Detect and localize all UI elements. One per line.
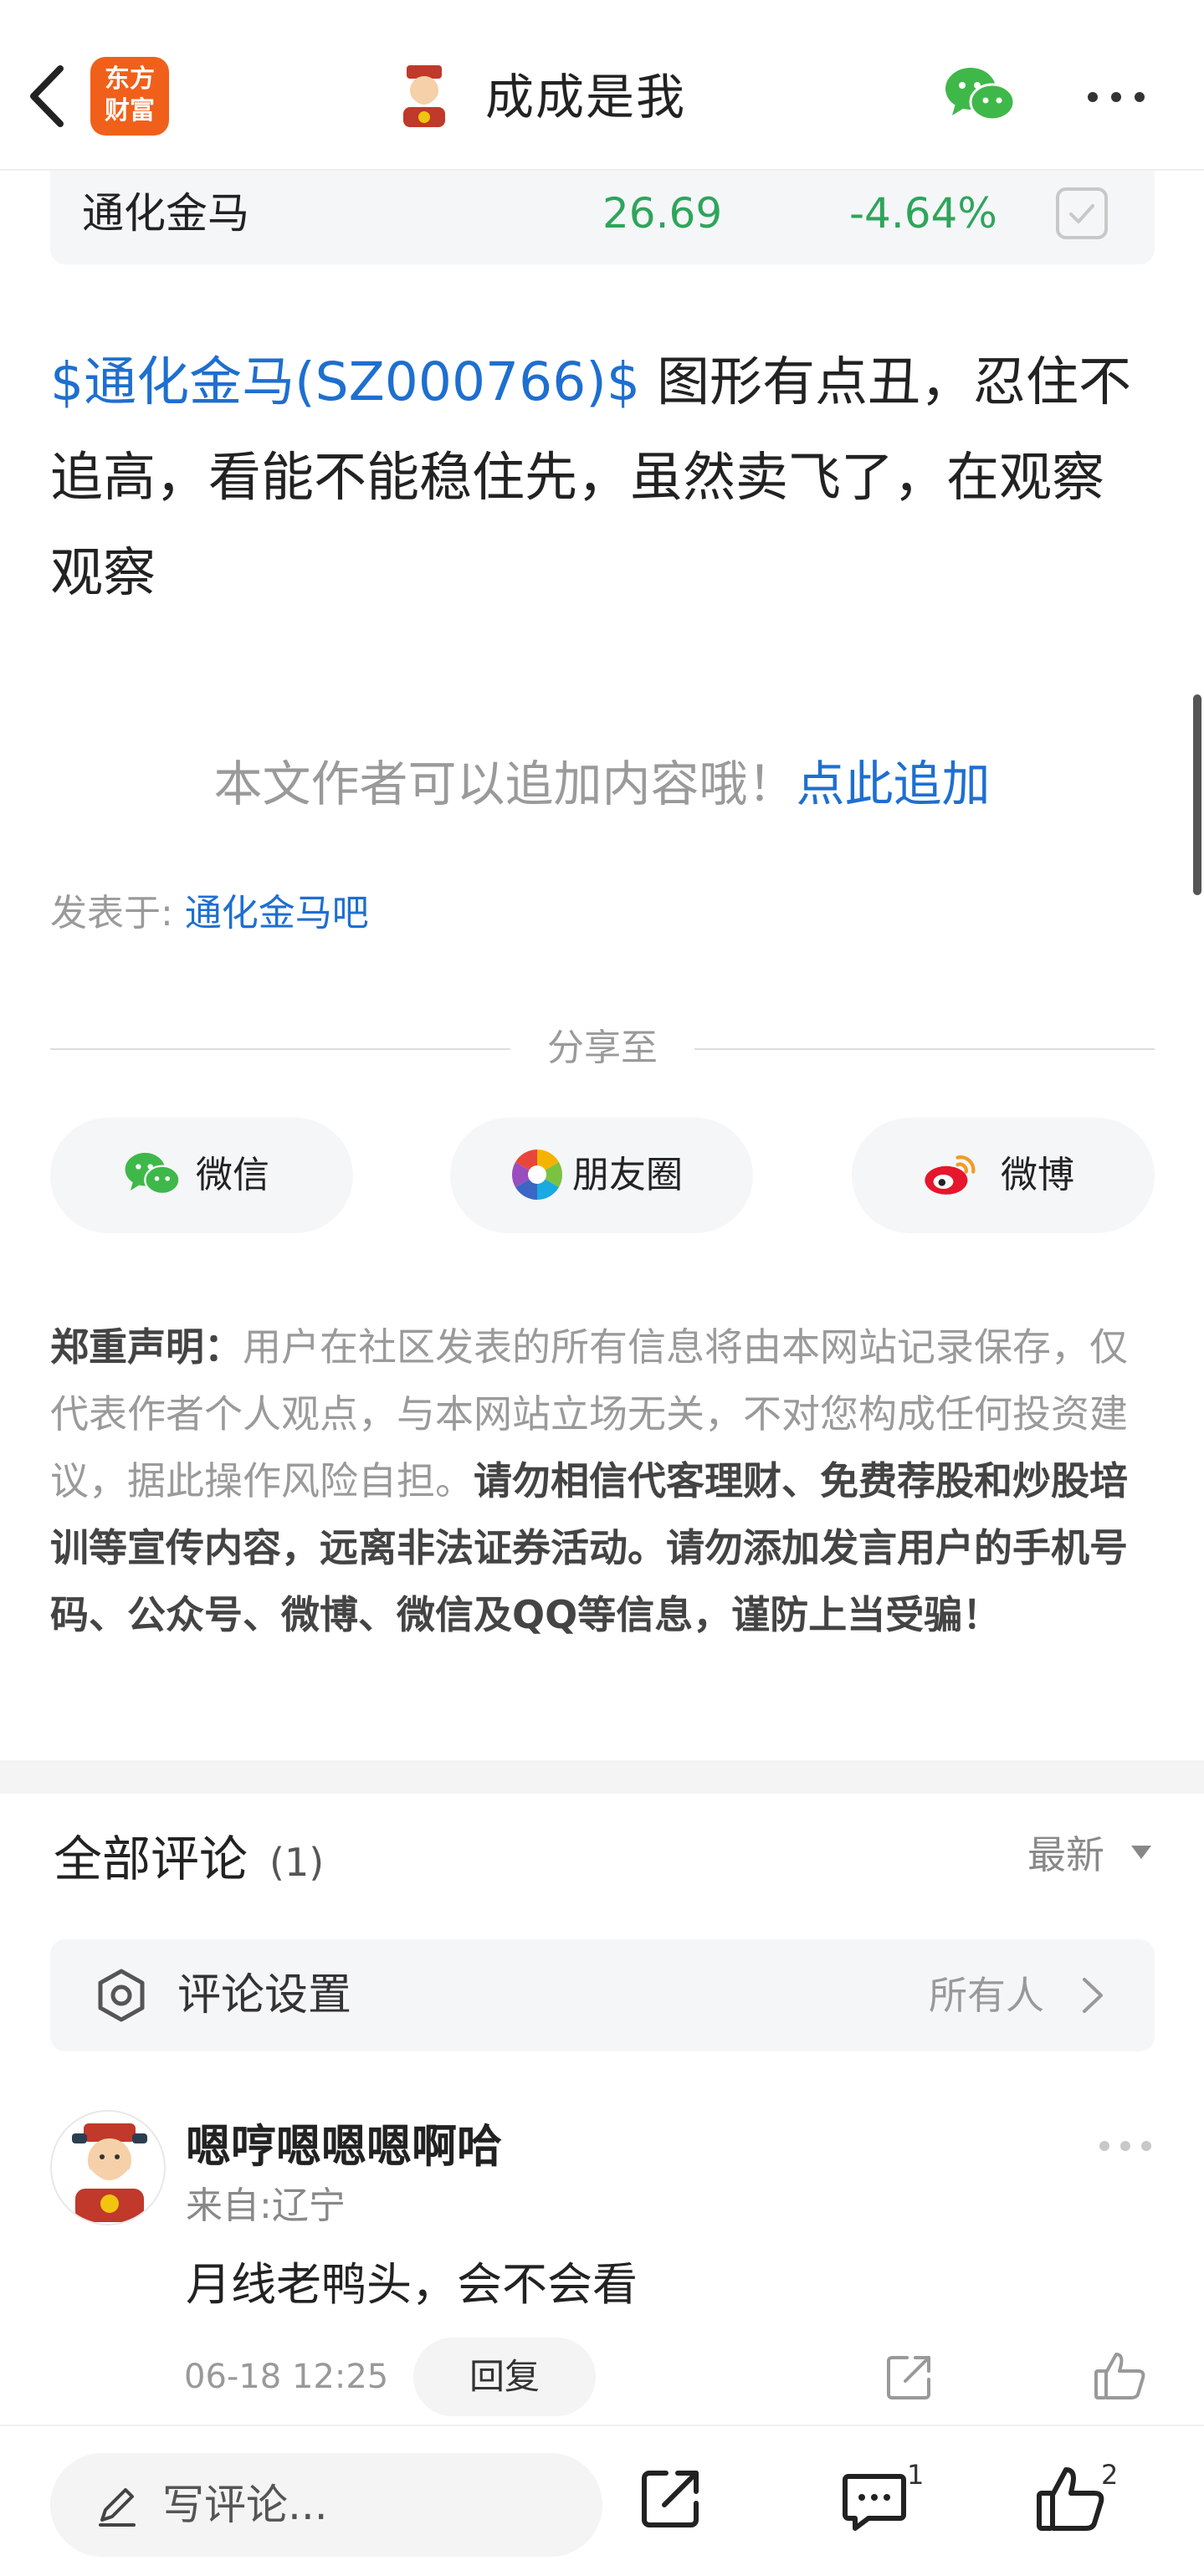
share-post-button[interactable] (638, 2465, 704, 2532)
weibo-icon (925, 1155, 976, 1195)
section-separator (0, 1760, 1204, 1794)
commenter-avatar[interactable] (50, 2110, 166, 2225)
share-weibo-label: 微博 (1001, 1154, 1074, 1196)
wechat-share-button[interactable] (944, 65, 1016, 125)
share-moments-label: 朋友圈 (572, 1154, 683, 1196)
wechat-icon (125, 1152, 181, 1196)
share-wechat-button[interactable]: 微信 (50, 1118, 353, 1233)
like-post-button[interactable] (1034, 2463, 1106, 2535)
write-comment-placeholder: 写评论... (162, 2481, 328, 2529)
append-content-prompt: 本文作者可以追加内容哦！点此追加 (0, 745, 1204, 823)
top-navigation-bar: 东方 财富 成成是我 (0, 0, 1204, 171)
share-weibo-button[interactable]: 微博 (852, 1118, 1155, 1233)
comments-count-badge: 1 (907, 2459, 925, 2491)
more-options-button[interactable] (1084, 80, 1148, 114)
chevron-left-icon (30, 65, 64, 127)
back-button[interactable] (23, 59, 74, 134)
commenter-username[interactable]: 嗯哼嗯嗯嗯啊哈 (186, 2115, 502, 2179)
comments-count: (1) (269, 1840, 325, 1885)
more-horizontal-icon (1099, 2141, 1151, 2151)
thumbs-up-icon (1094, 2353, 1145, 2399)
comments-button[interactable] (840, 2466, 909, 2535)
posted-in-label: 发表于: (50, 892, 185, 935)
add-to-watchlist-checkbox[interactable] (1056, 187, 1108, 239)
likes-count-badge: 2 (1101, 2459, 1119, 2491)
fortune-god-avatar-icon (72, 2123, 147, 2222)
comments-section-title: 全部评论 (54, 1831, 248, 1887)
bottom-action-bar: 写评论... 1 2 (0, 2425, 1204, 2576)
stock-name: 通化金马 (82, 189, 249, 238)
comment-like-button[interactable] (1093, 2348, 1148, 2403)
related-stock-card[interactable]: 通化金马 26.69 -4.64% (50, 171, 1155, 264)
stock-price: 26.69 (602, 189, 723, 238)
divider-line-right (694, 1048, 1155, 1050)
pencil-icon (99, 2488, 136, 2527)
write-comment-input[interactable]: 写评论... (50, 2453, 602, 2557)
comment-sort-dropdown[interactable]: 最新 (1027, 1824, 1104, 1886)
comment-share-button[interactable] (884, 2351, 935, 2403)
comment-bubble-icon (843, 2474, 906, 2531)
check-icon (1069, 204, 1094, 223)
comment-timestamp: 06-18 12:25 (184, 2358, 389, 2396)
moments-icon (511, 1150, 563, 1200)
commenter-location: 来自:辽宁 (186, 2184, 346, 2227)
comment-settings-value: 所有人 (929, 1973, 1044, 2018)
posted-in-info: 发表于: 通化金马吧 (50, 885, 369, 942)
comment-more-button[interactable] (1096, 2133, 1155, 2159)
disclaimer-title: 郑重声明： (50, 1324, 243, 1370)
comment-settings-label: 评论设置 (177, 1970, 352, 2020)
share-external-icon (642, 2471, 699, 2527)
eastmoney-logo: 东方 财富 (90, 57, 169, 136)
logo-text-line1: 东方 (105, 64, 155, 94)
author-name[interactable]: 成成是我 (485, 65, 686, 129)
post-content: $通化金马(SZ000766)$ 图形有点丑，忍住不追高，看能不能稳住先，虽然卖… (50, 335, 1155, 621)
comment-settings-row[interactable]: 评论设置 所有人 (50, 1939, 1155, 2051)
fortune-god-avatar-icon (403, 65, 445, 127)
share-divider: 分享至 (50, 1021, 1155, 1076)
comment-text: 月线老鸭头，会不会看 (186, 2258, 638, 2311)
logo-text-line2: 财富 (105, 96, 155, 125)
append-content-link[interactable]: 点此追加 (797, 755, 991, 812)
thumbs-up-icon (1037, 2467, 1104, 2531)
legal-disclaimer: 郑重声明：用户在社区发表的所有信息将由本网站记录保存，仅代表作者个人观点，与本网… (50, 1314, 1155, 1648)
author-avatar[interactable] (392, 64, 457, 129)
chevron-right-icon (1083, 1978, 1103, 2013)
gear-icon (98, 1969, 145, 2022)
stock-tag-link[interactable]: $通化金马(SZ000766)$ (50, 351, 640, 412)
share-moments-button[interactable]: 朋友圈 (450, 1118, 753, 1233)
append-hint-text: 本文作者可以追加内容哦！ (213, 755, 797, 812)
caret-down-icon (1131, 1846, 1151, 1859)
wechat-icon (945, 68, 1016, 121)
more-horizontal-icon (1088, 92, 1145, 102)
stock-change-percent: -4.64% (849, 189, 997, 238)
share-wechat-label: 微信 (196, 1154, 269, 1196)
share-external-icon (887, 2356, 930, 2399)
reply-button[interactable]: 回复 (413, 2338, 596, 2416)
stock-bar-link[interactable]: 通化金马吧 (185, 892, 369, 935)
scrollbar-thumb[interactable] (1193, 694, 1201, 895)
